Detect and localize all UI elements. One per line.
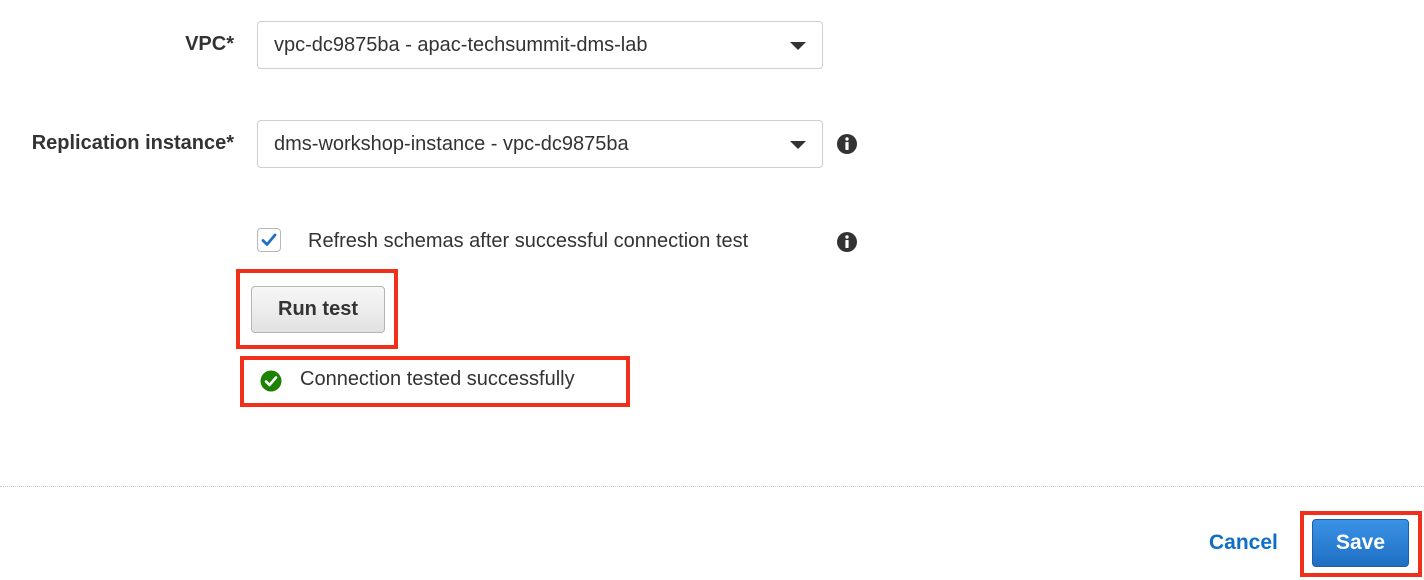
- connection-status-text: Connection tested successfully: [300, 368, 575, 390]
- vpc-label: VPC*: [185, 33, 234, 55]
- cancel-link[interactable]: Cancel: [1209, 531, 1278, 555]
- info-icon[interactable]: [836, 231, 858, 253]
- check-circle-icon: [260, 370, 282, 392]
- vpc-select-value: vpc-dc9875ba - apac-techsummit-dms-lab: [274, 34, 648, 56]
- info-icon[interactable]: [836, 133, 858, 155]
- replication-instance-label: Replication instance*: [31, 132, 234, 154]
- run-test-button[interactable]: Run test: [251, 286, 385, 333]
- endpoint-connection-form: VPC* vpc-dc9875ba - apac-techsummit-dms-…: [0, 0, 1424, 580]
- save-button[interactable]: Save: [1312, 519, 1409, 567]
- refresh-schemas-label: Refresh schemas after successful connect…: [308, 230, 749, 252]
- caret-down-icon: [790, 42, 806, 50]
- caret-down-icon: [790, 141, 806, 149]
- replication-instance-select-value: dms-workshop-instance - vpc-dc9875ba: [274, 133, 629, 155]
- refresh-schemas-checkbox[interactable]: [257, 228, 281, 252]
- checkmark-icon: [261, 233, 277, 246]
- vpc-select[interactable]: vpc-dc9875ba - apac-techsummit-dms-lab: [257, 21, 823, 69]
- footer-divider: [0, 486, 1424, 487]
- replication-instance-select[interactable]: dms-workshop-instance - vpc-dc9875ba: [257, 120, 823, 168]
